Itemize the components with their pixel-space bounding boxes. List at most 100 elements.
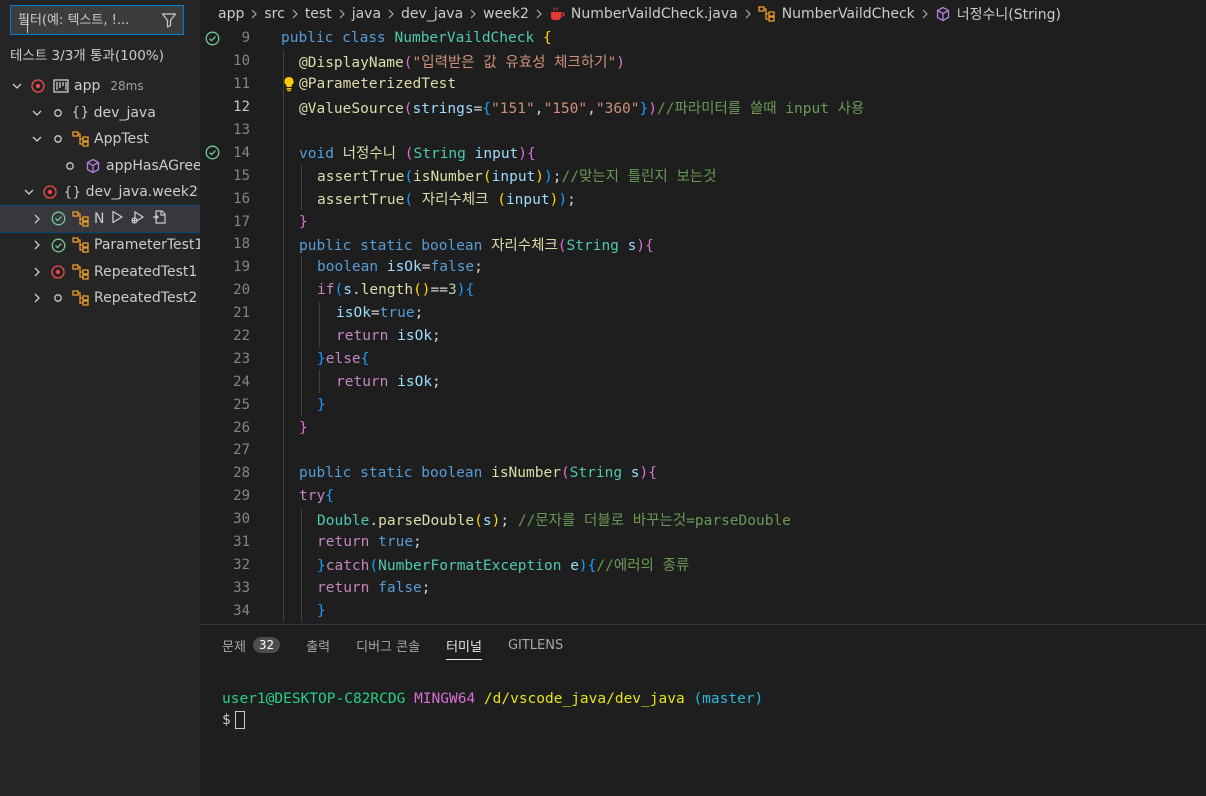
tab-gitlens[interactable]: GITLENS (508, 630, 563, 660)
tree-item-repeated-test1[interactable]: RepeatedTest1 (0, 259, 200, 286)
tree-item-number-vaild-check[interactable]: N (0, 204, 201, 233)
line-number: 19 (233, 259, 250, 276)
line-number: 27 (233, 442, 250, 459)
chevron-right-icon[interactable] (30, 265, 44, 279)
terminal-prompt: $ (222, 712, 231, 728)
class-icon (758, 5, 776, 22)
run-test-icon[interactable] (110, 210, 124, 228)
chevron-right-icon[interactable] (30, 212, 44, 226)
unset-status-icon (50, 105, 66, 121)
test-explorer-sidebar: 테스트 3/3개 통과(100%) app 28ms {} dev_java A… (0, 0, 201, 796)
class-icon (72, 290, 90, 306)
code-text: public static boolean isNumber(String s)… (299, 465, 657, 482)
code-text: if(s.length()==3){ (317, 282, 475, 299)
failed-status-icon (30, 78, 46, 94)
test-duration: 28ms (110, 79, 144, 94)
debug-test-icon[interactable] (130, 209, 146, 229)
code-text: }else{ (317, 350, 370, 367)
namespace-icon: {} (64, 184, 82, 200)
tab-problems[interactable]: 문제 32 (222, 630, 281, 660)
filter-icon[interactable] (161, 12, 177, 28)
code-line: 13 (200, 118, 1206, 142)
tree-item-apptest[interactable]: AppTest (0, 126, 200, 153)
class-icon (72, 264, 90, 280)
tree-item-parameter-test1[interactable]: ParameterTest1 (0, 232, 200, 259)
terminal-path: /d/vscode_java/dev_java (483, 691, 685, 707)
line-number: 10 (233, 53, 250, 70)
tab-label: 출력 (306, 639, 331, 655)
tree-item-repeated-test2[interactable]: RepeatedTest2 (0, 285, 200, 312)
tab-output[interactable]: 출력 (306, 630, 330, 660)
chevron-right-icon (920, 8, 930, 20)
tree-item-label: app (74, 78, 101, 95)
chevron-down-icon[interactable] (22, 185, 36, 199)
code-line: 21 isOk=true; (200, 301, 1206, 325)
line-number: 14 (233, 144, 250, 161)
code-line: 26 } (200, 416, 1206, 440)
breadcrumb-item[interactable]: week2 (483, 6, 529, 22)
code-text: public class NumberVaildCheck { (281, 30, 552, 47)
breadcrumb-item[interactable]: NumberVaildCheck (782, 6, 915, 22)
line-number: 29 (233, 488, 250, 505)
tab-debug-console[interactable]: 디버그 콘솔 (356, 630, 420, 660)
filter-input[interactable] (18, 12, 161, 28)
code-line: 31 return true; (200, 530, 1206, 554)
chevron-right-icon (290, 8, 300, 20)
chevron-down-icon[interactable] (10, 79, 24, 93)
code-text: return isOk; (336, 373, 441, 390)
class-icon (72, 211, 90, 227)
code-text: assertTrue( 자리수체크 (input)); (317, 192, 576, 209)
line-number: 17 (233, 213, 250, 230)
chevron-right-icon (386, 8, 396, 20)
failed-status-icon (42, 184, 58, 200)
go-to-test-icon[interactable] (152, 209, 168, 229)
tree-item-dev-java[interactable]: {} dev_java (0, 100, 200, 127)
terminal-output[interactable]: user1@DESKTOP-C82RCDG MINGW64 /d/vscode_… (222, 689, 763, 731)
problems-count-badge: 32 (252, 637, 281, 653)
unset-status-icon (50, 131, 66, 147)
code-text: return false; (317, 579, 431, 596)
breadcrumb-item[interactable]: test (305, 6, 332, 22)
terminal-branch: (master) (693, 691, 764, 707)
tree-item-label: RepeatedTest1 (94, 263, 198, 280)
code-area[interactable]: 9 public class NumberVaildCheck { 10 @Di… (200, 27, 1206, 624)
chevron-right-icon[interactable] (30, 238, 44, 252)
breadcrumb-item[interactable]: java (352, 6, 381, 22)
java-file-icon (549, 6, 565, 22)
chevron-down-icon[interactable] (30, 106, 44, 120)
tree-item-app-has-greeting[interactable]: appHasAGree (0, 153, 200, 180)
chevron-down-icon[interactable] (30, 132, 44, 146)
code-text: return isOk; (336, 328, 441, 345)
breadcrumb-item[interactable]: app (218, 6, 244, 22)
line-number: 25 (233, 396, 250, 413)
line-number: 30 (233, 511, 250, 528)
line-number: 22 (233, 328, 250, 345)
breadcrumb-item[interactable]: 너정수니(String) (957, 4, 1061, 24)
code-text: } (299, 419, 308, 436)
class-icon (72, 131, 90, 147)
lightbulb-icon[interactable] (282, 76, 296, 96)
line-number: 32 (233, 556, 250, 573)
line-number: 20 (233, 282, 250, 299)
failed-status-icon (50, 264, 66, 280)
breadcrumb-item[interactable]: src (264, 6, 284, 22)
line-number: 31 (233, 534, 250, 551)
breadcrumb-item[interactable]: NumberVaildCheck.java (571, 6, 738, 22)
tree-item-dev-java-week2[interactable]: {} dev_java.week2 (0, 179, 200, 206)
breadcrumb-item[interactable]: dev_java (401, 6, 463, 22)
line-number: 23 (233, 350, 250, 367)
line-number: 33 (233, 579, 250, 596)
tab-terminal[interactable]: 터미널 (446, 630, 482, 660)
filter-box[interactable] (10, 5, 184, 35)
breadcrumb: app src test java dev_java week2 NumberV… (200, 0, 1206, 27)
chevron-right-icon[interactable] (30, 291, 44, 305)
chevron-right-icon (534, 8, 544, 20)
tab-label: 디버그 콘솔 (356, 639, 421, 655)
chevron-right-icon (468, 8, 478, 20)
tree-item-label: AppTest (94, 131, 149, 148)
tree-item-app[interactable]: app 28ms (0, 73, 200, 100)
code-text: try{ (299, 488, 334, 505)
code-line: 12 @ValueSource(strings={"151","150","36… (200, 95, 1206, 119)
panel-tabs: 문제 32 출력 디버그 콘솔 터미널 GITLENS (200, 625, 1206, 665)
code-text: isOk=true; (336, 305, 424, 322)
